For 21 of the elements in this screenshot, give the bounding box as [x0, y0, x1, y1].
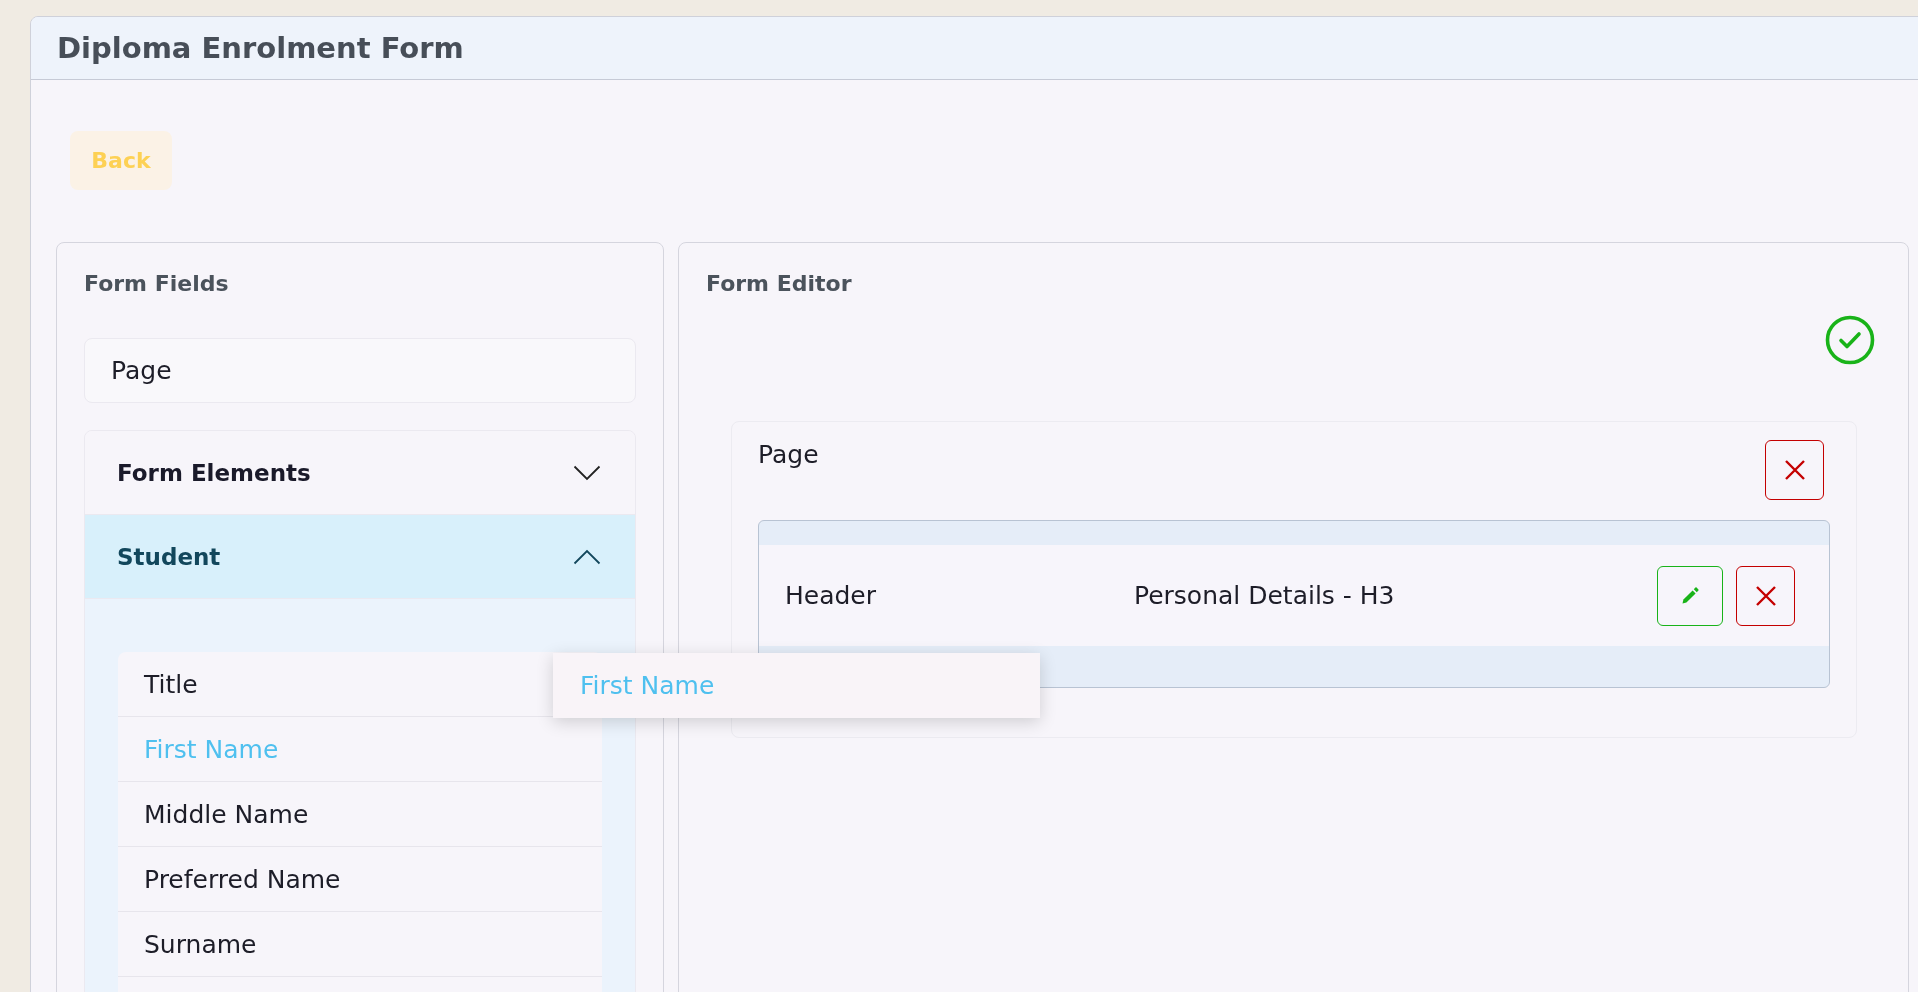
field-item[interactable]: Middle Name — [118, 782, 448, 846]
page-label: Page — [758, 440, 819, 470]
edit-button[interactable] — [1657, 565, 1723, 626]
chevron-up-icon — [573, 548, 601, 565]
table-cell: Personal Details - H3 — [1134, 581, 1395, 610]
accordion-header[interactable]: Student — [85, 515, 635, 599]
pencil-icon — [1680, 585, 1700, 606]
cross-icon — [1783, 459, 1806, 481]
panel-title: Form Editor — [706, 270, 852, 298]
delete-button[interactable] — [1736, 565, 1795, 626]
field-item[interactable]: Surname — [118, 912, 448, 976]
window-title: Diploma Enrolment Form — [57, 30, 464, 66]
table-cell-text: Header — [785, 581, 878, 610]
chevron-down-icon — [573, 464, 601, 481]
field-item[interactable]: Title — [118, 652, 448, 716]
cross-icon — [1754, 584, 1777, 607]
panel-title: Form Fields — [84, 270, 229, 298]
delete-button[interactable] — [1765, 440, 1824, 500]
drag-preview: First Name — [553, 653, 1040, 718]
page-item[interactable]: Page — [84, 338, 636, 403]
field-item[interactable]: Preferred Name — [118, 847, 448, 911]
